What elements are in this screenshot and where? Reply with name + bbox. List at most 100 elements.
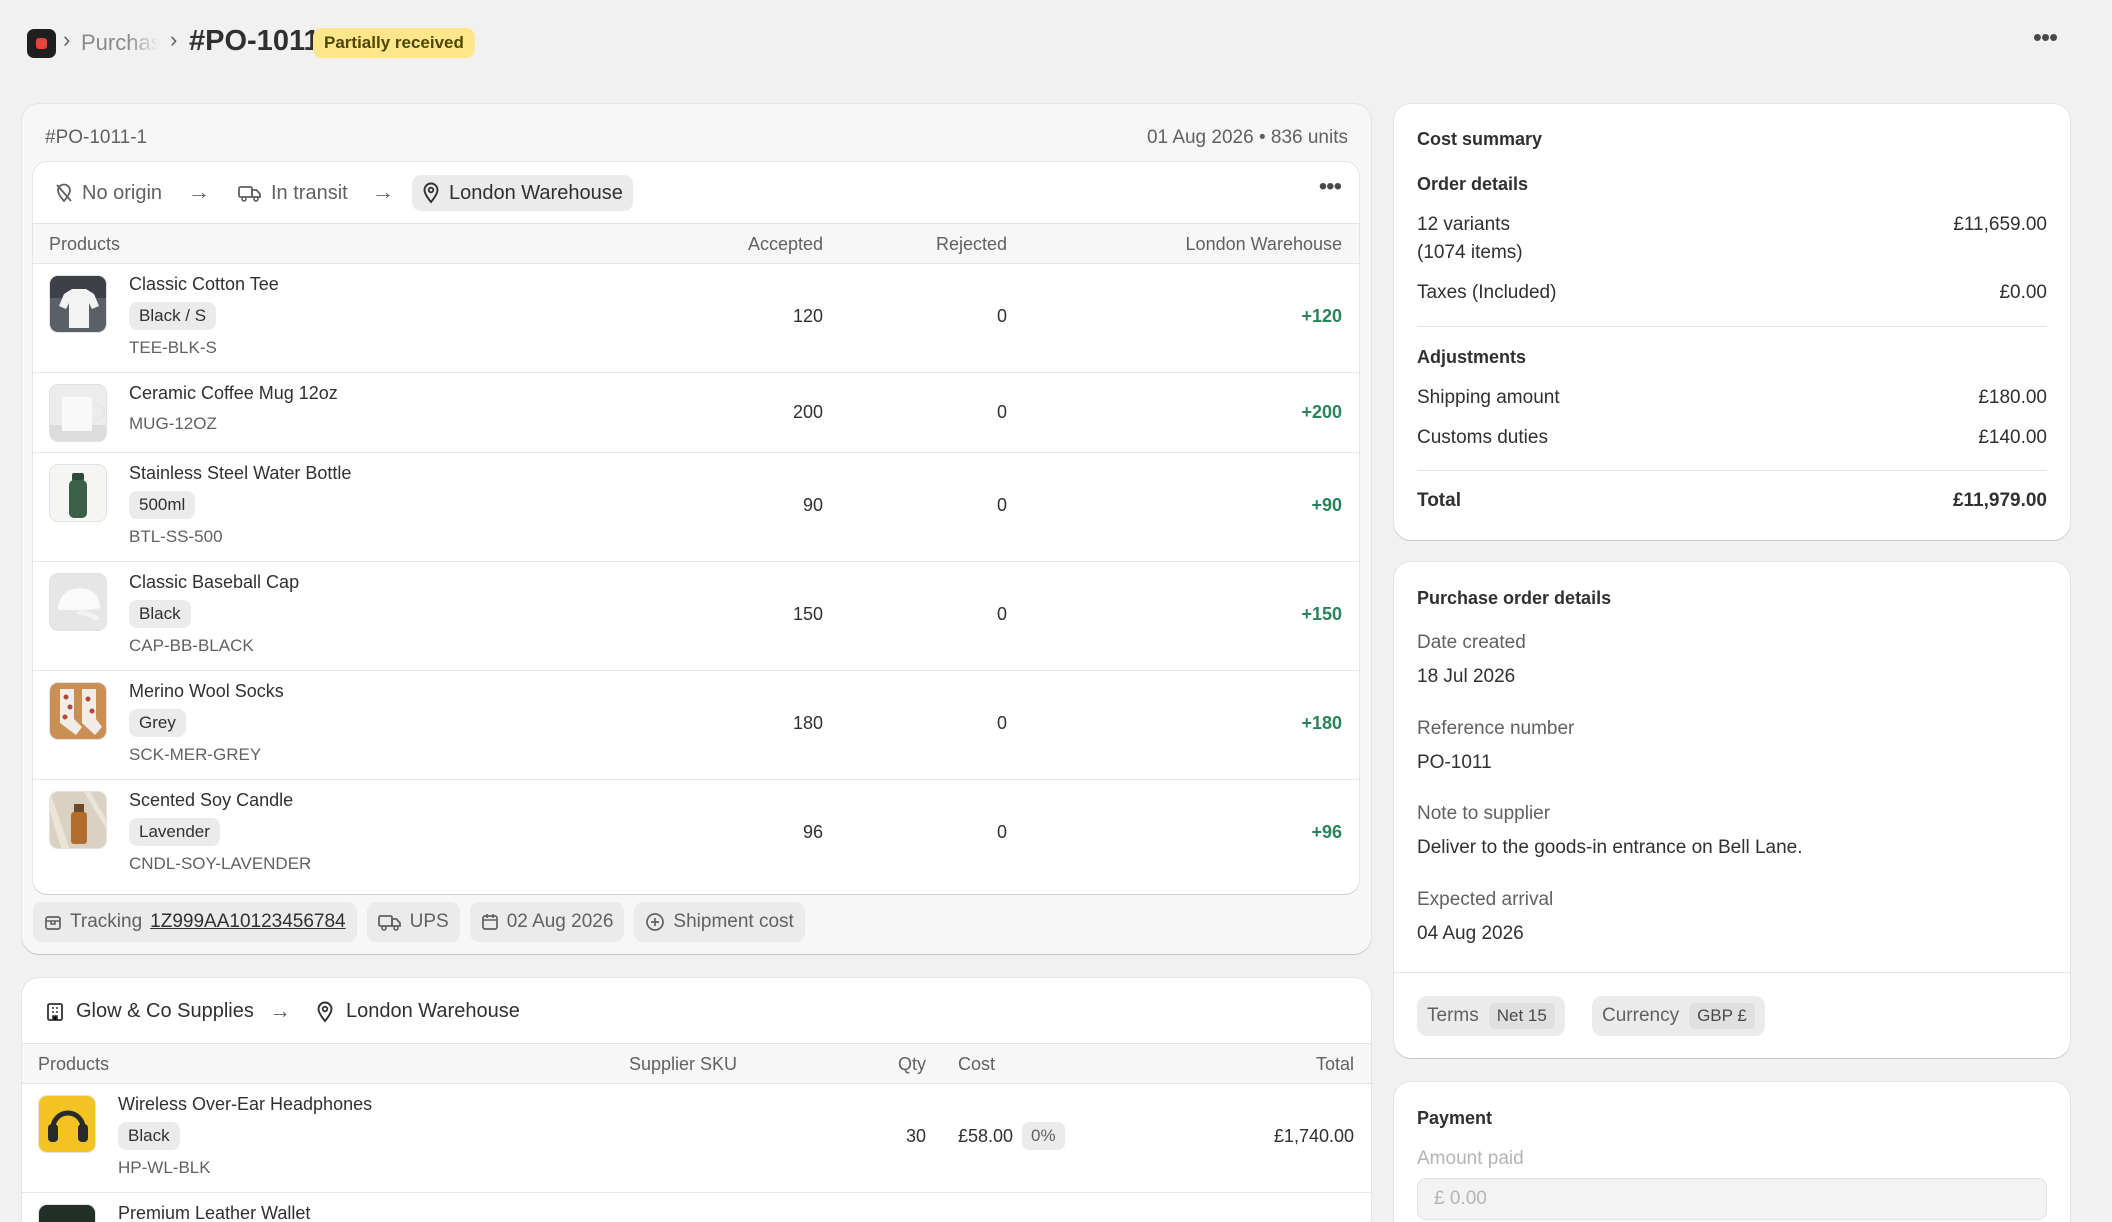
arrival-value: 04 Aug 2026 [1417, 923, 1524, 944]
order-destination[interactable]: London Warehouse [316, 1000, 520, 1023]
product-sku: CAP-BB-BLACK [129, 636, 254, 655]
plus-circle-icon [646, 913, 665, 931]
location-pin-icon [423, 182, 439, 204]
table-row[interactable]: Premium Leather Wallet [22, 1193, 1371, 1222]
product-sku: CNDL-SOY-LAVENDER [129, 854, 312, 873]
stock-change: +180 [1301, 713, 1342, 733]
product-name: Scented Soy Candle [129, 790, 294, 810]
supplier-link[interactable]: Glow & Co Supplies [46, 1000, 254, 1023]
product-thumbnail [38, 1095, 96, 1153]
route-origin[interactable]: No origin [45, 175, 172, 211]
more-actions-icon[interactable]: ••• [2030, 24, 2060, 54]
product-thumbnail [38, 1204, 96, 1222]
stock-change: +200 [1301, 402, 1342, 422]
accepted-qty: 96 [802, 822, 823, 842]
route-destination[interactable]: London Warehouse [412, 175, 633, 211]
column-total: Total [1315, 1054, 1354, 1074]
order-destination-label: London Warehouse [346, 1000, 520, 1022]
terms-pill[interactable]: Terms Net 15 [1417, 996, 1565, 1036]
table-row[interactable]: Merino Wool Socks Grey SCK-MER-GREY 180 … [33, 671, 1359, 780]
table-row[interactable]: Classic Cotton Tee Black / S TEE-BLK-S 1… [33, 264, 1359, 373]
product-thumbnail [49, 573, 107, 631]
carrier-chip[interactable]: UPS [366, 902, 460, 942]
table-row[interactable]: Wireless Over-Ear Headphones Black HP-WL… [22, 1084, 1371, 1193]
breadcrumb-purchase-orders[interactable]: Purchase orders [81, 30, 159, 56]
product-sku: HP-WL-BLK [118, 1158, 211, 1177]
table-row[interactable]: Ceramic Coffee Mug 12oz MUG-12OZ 200 0 +… [33, 373, 1359, 453]
shipment-id: #PO-1011-1 [45, 127, 148, 148]
product-name: Classic Cotton Tee [129, 274, 279, 294]
tracking-label: Tracking [70, 911, 143, 932]
tracking-chip[interactable]: Tracking 1Z999AA10123456784 [33, 902, 357, 942]
calendar-icon [481, 914, 498, 930]
variants-count: 12 variants [1417, 214, 1510, 235]
payment-title: Payment [1417, 1108, 1493, 1128]
table-row[interactable]: Classic Baseball Cap Black CAP-BB-BLACK … [33, 562, 1359, 671]
more-actions-icon[interactable]: ••• [1319, 175, 1342, 199]
table-header: Products Accepted Rejected London Wareho… [33, 224, 1359, 264]
column-qty: Qty [897, 1054, 926, 1074]
variant-badge: 500ml [129, 491, 196, 519]
shipment-cost-chip[interactable]: Shipment cost [634, 902, 805, 942]
shipping-label: Shipping amount [1417, 387, 1560, 408]
tax-rate-badge[interactable]: 0% [1022, 1122, 1065, 1150]
variant-badge: Grey [129, 709, 186, 737]
variant-badge: Black / S [129, 302, 217, 330]
shipping-value: £180.00 [1978, 387, 2047, 408]
ship-date-chip[interactable]: 02 Aug 2026 [469, 902, 625, 942]
total-label: Total [1417, 490, 1461, 511]
shipment-cost-label: Shipment cost [673, 911, 794, 932]
order-details-heading: Order details [1417, 174, 1529, 194]
shipment-table-panel: No origin → In transit → London Warehous… [33, 162, 1359, 894]
product-thumbnail [49, 275, 107, 333]
column-supplier-sku: Supplier SKU [629, 1054, 738, 1074]
shipment-card: #PO-1011-1 01 Aug 2026 • 836 units No or… [22, 104, 1371, 954]
product-sku: BTL-SS-500 [129, 527, 223, 546]
app-logo-icon[interactable] [27, 29, 56, 58]
column-products: Products [38, 1054, 110, 1074]
status-badge: Partially received [313, 28, 475, 58]
rejected-qty: 0 [996, 306, 1007, 326]
date-created-label: Date created [1417, 632, 1526, 653]
reference-value: PO-1011 [1417, 752, 1492, 773]
column-location: London Warehouse [1185, 234, 1342, 254]
note-label: Note to supplier [1417, 803, 1551, 824]
note-value: Deliver to the goods-in entrance on Bell… [1417, 837, 1803, 858]
product-sku: SCK-MER-GREY [129, 745, 262, 764]
order-qty[interactable]: 30 [906, 1126, 926, 1147]
order-items-card: Glow & Co Supplies → London Warehouse Pr… [22, 978, 1371, 1222]
total-value: £11,979.00 [1952, 490, 2047, 511]
table-row[interactable]: Scented Soy Candle Lavender CNDL-SOY-LAV… [33, 780, 1359, 894]
product-thumbnail [49, 682, 107, 740]
items-count: (1074 items) [1417, 242, 1523, 263]
product-name: Ceramic Coffee Mug 12oz [129, 383, 338, 403]
customs-value: £140.00 [1978, 427, 2047, 448]
ship-date-label: 02 Aug 2026 [506, 911, 614, 932]
route-transit-label: In transit [271, 181, 348, 204]
truck-icon [377, 915, 401, 931]
terms-value: Net 15 [1488, 1003, 1555, 1029]
divider [1417, 470, 2047, 471]
product-sku: MUG-12OZ [129, 414, 217, 433]
arrow-right-icon: → [188, 179, 210, 204]
page-title: #PO-1011 [189, 25, 320, 57]
product-name: Stainless Steel Water Bottle [129, 463, 352, 483]
date-created-value: 18 Jul 2026 [1417, 666, 1516, 687]
top-bar: › Purchase orders › #PO-1011 Partially r… [0, 0, 2112, 86]
building-icon [47, 1002, 63, 1021]
stock-change: +90 [1311, 495, 1342, 515]
amount-paid-input[interactable]: £ 0.00 [1417, 1178, 2047, 1220]
arrow-right-icon: → [269, 998, 291, 1023]
po-details-card: Purchase order details Date created 18 J… [1394, 562, 2070, 1058]
table-row[interactable]: Stainless Steel Water Bottle 500ml BTL-S… [33, 453, 1359, 562]
divider [1417, 326, 2047, 327]
variant-badge: Lavender [129, 818, 220, 846]
tracking-number-link[interactable]: 1Z999AA10123456784 [150, 911, 345, 933]
route-transit[interactable]: In transit [228, 175, 358, 211]
taxes-value: £0.00 [1999, 282, 2047, 303]
reference-label: Reference number [1417, 718, 1575, 739]
currency-pill[interactable]: Currency GBP £ [1592, 996, 1765, 1036]
unit-cost[interactable]: £58.00 [958, 1126, 1013, 1147]
taxes-label: Taxes (Included) [1417, 282, 1557, 303]
divider [1394, 972, 2070, 973]
